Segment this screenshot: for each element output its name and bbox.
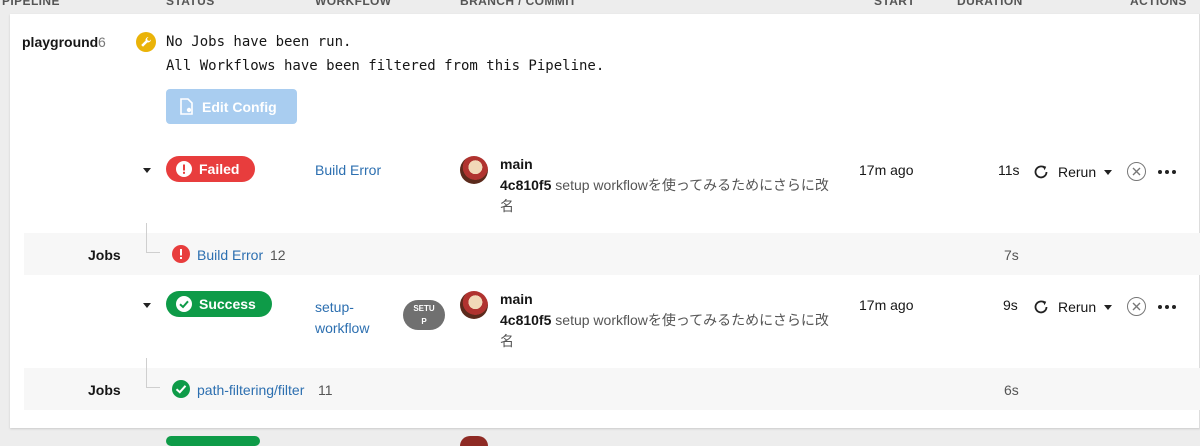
avatar (460, 436, 488, 446)
avatar (460, 156, 488, 184)
workflow-name-line2: workflow (315, 320, 370, 336)
tree-connector (146, 223, 160, 253)
rerun-label: Rerun (1058, 164, 1097, 180)
commit-hash[interactable]: 4c810f5 (500, 312, 551, 328)
avatar (460, 291, 488, 319)
status-badge-success[interactable]: Success (166, 291, 272, 317)
job-link[interactable]: Build Error (197, 247, 263, 263)
rerun-label: Rerun (1058, 299, 1097, 315)
status-badge-failed[interactable]: Failed (166, 156, 256, 182)
commit-hash[interactable]: 4c810f5 (500, 177, 551, 193)
expand-caret-icon[interactable] (143, 168, 151, 173)
more-options-icon[interactable] (1158, 305, 1176, 309)
rerun-button[interactable]: Rerun (1032, 298, 1113, 316)
cancel-icon[interactable] (1127, 297, 1146, 316)
next-status-badge[interactable] (166, 436, 260, 446)
edit-config-label: Edit Config (202, 98, 277, 115)
table-header: PIPELINE STATUS WORKFLOW BRANCH / COMMIT… (0, 0, 1200, 14)
workflow-name-line1: setup- (315, 299, 354, 315)
status-label: Success (199, 296, 256, 312)
start-time: 17m ago (859, 162, 914, 178)
branch-name[interactable]: main (500, 291, 533, 307)
jobs-label: Jobs (88, 247, 121, 263)
rerun-dropdown-icon[interactable] (1104, 304, 1113, 310)
success-icon (172, 380, 190, 398)
job-duration: 7s (1004, 247, 1019, 263)
job-number: 11 (318, 382, 333, 398)
check-icon (176, 296, 192, 312)
commit-info: 4c810f5 setup workflowを使ってみるためにさらに改名 (500, 310, 830, 352)
pipeline-number: 6 (98, 34, 106, 50)
rerun-icon (1034, 165, 1048, 179)
col-status: STATUS (166, 0, 215, 8)
expand-caret-icon[interactable] (143, 303, 151, 308)
branch-name[interactable]: main (500, 156, 533, 172)
col-start: START (874, 0, 916, 8)
pipeline-name[interactable]: playground (22, 34, 98, 50)
col-duration: DURATION (957, 0, 1023, 8)
pipeline-card: playground 6 No Jobs have been run. All … (10, 14, 1200, 428)
col-actions: ACTIONS (1130, 0, 1187, 8)
more-options-icon[interactable] (1158, 170, 1176, 174)
tree-connector (146, 358, 160, 388)
filtered-message: All Workflows have been filtered from th… (166, 58, 605, 74)
wrench-icon (136, 32, 156, 52)
rerun-dropdown-icon[interactable] (1104, 169, 1113, 175)
workflow-link[interactable]: Build Error (315, 162, 381, 178)
edit-config-button[interactable]: Edit Config (166, 89, 297, 124)
setup-tag-line1: SETU (413, 304, 435, 313)
job-number: 12 (270, 247, 286, 263)
rerun-icon (1034, 300, 1048, 314)
rerun-button[interactable]: Rerun (1032, 163, 1113, 181)
workflow-link[interactable]: setup- workflow (315, 297, 369, 339)
no-jobs-message: No Jobs have been run. (166, 34, 352, 50)
exclamation-icon (176, 161, 192, 177)
jobs-label: Jobs (88, 382, 121, 398)
job-link[interactable]: path-filtering/filter (197, 382, 304, 398)
start-time: 17m ago (859, 297, 914, 313)
file-gear-icon (180, 98, 193, 115)
status-label: Failed (199, 161, 240, 177)
col-branch-commit: BRANCH / COMMIT (460, 0, 577, 8)
setup-tag-line2: P (421, 317, 427, 326)
job-duration: 6s (1004, 382, 1019, 398)
duration: 9s (1003, 297, 1018, 313)
commit-info: 4c810f5 setup workflowを使ってみるためにさらに改名 (500, 175, 830, 217)
col-workflow: WORKFLOW (315, 0, 392, 8)
cancel-icon[interactable] (1127, 162, 1146, 181)
failed-icon (172, 245, 190, 263)
setup-tag: SETU P (403, 300, 445, 330)
col-pipeline: PIPELINE (2, 0, 60, 8)
duration: 11s (998, 162, 1020, 178)
